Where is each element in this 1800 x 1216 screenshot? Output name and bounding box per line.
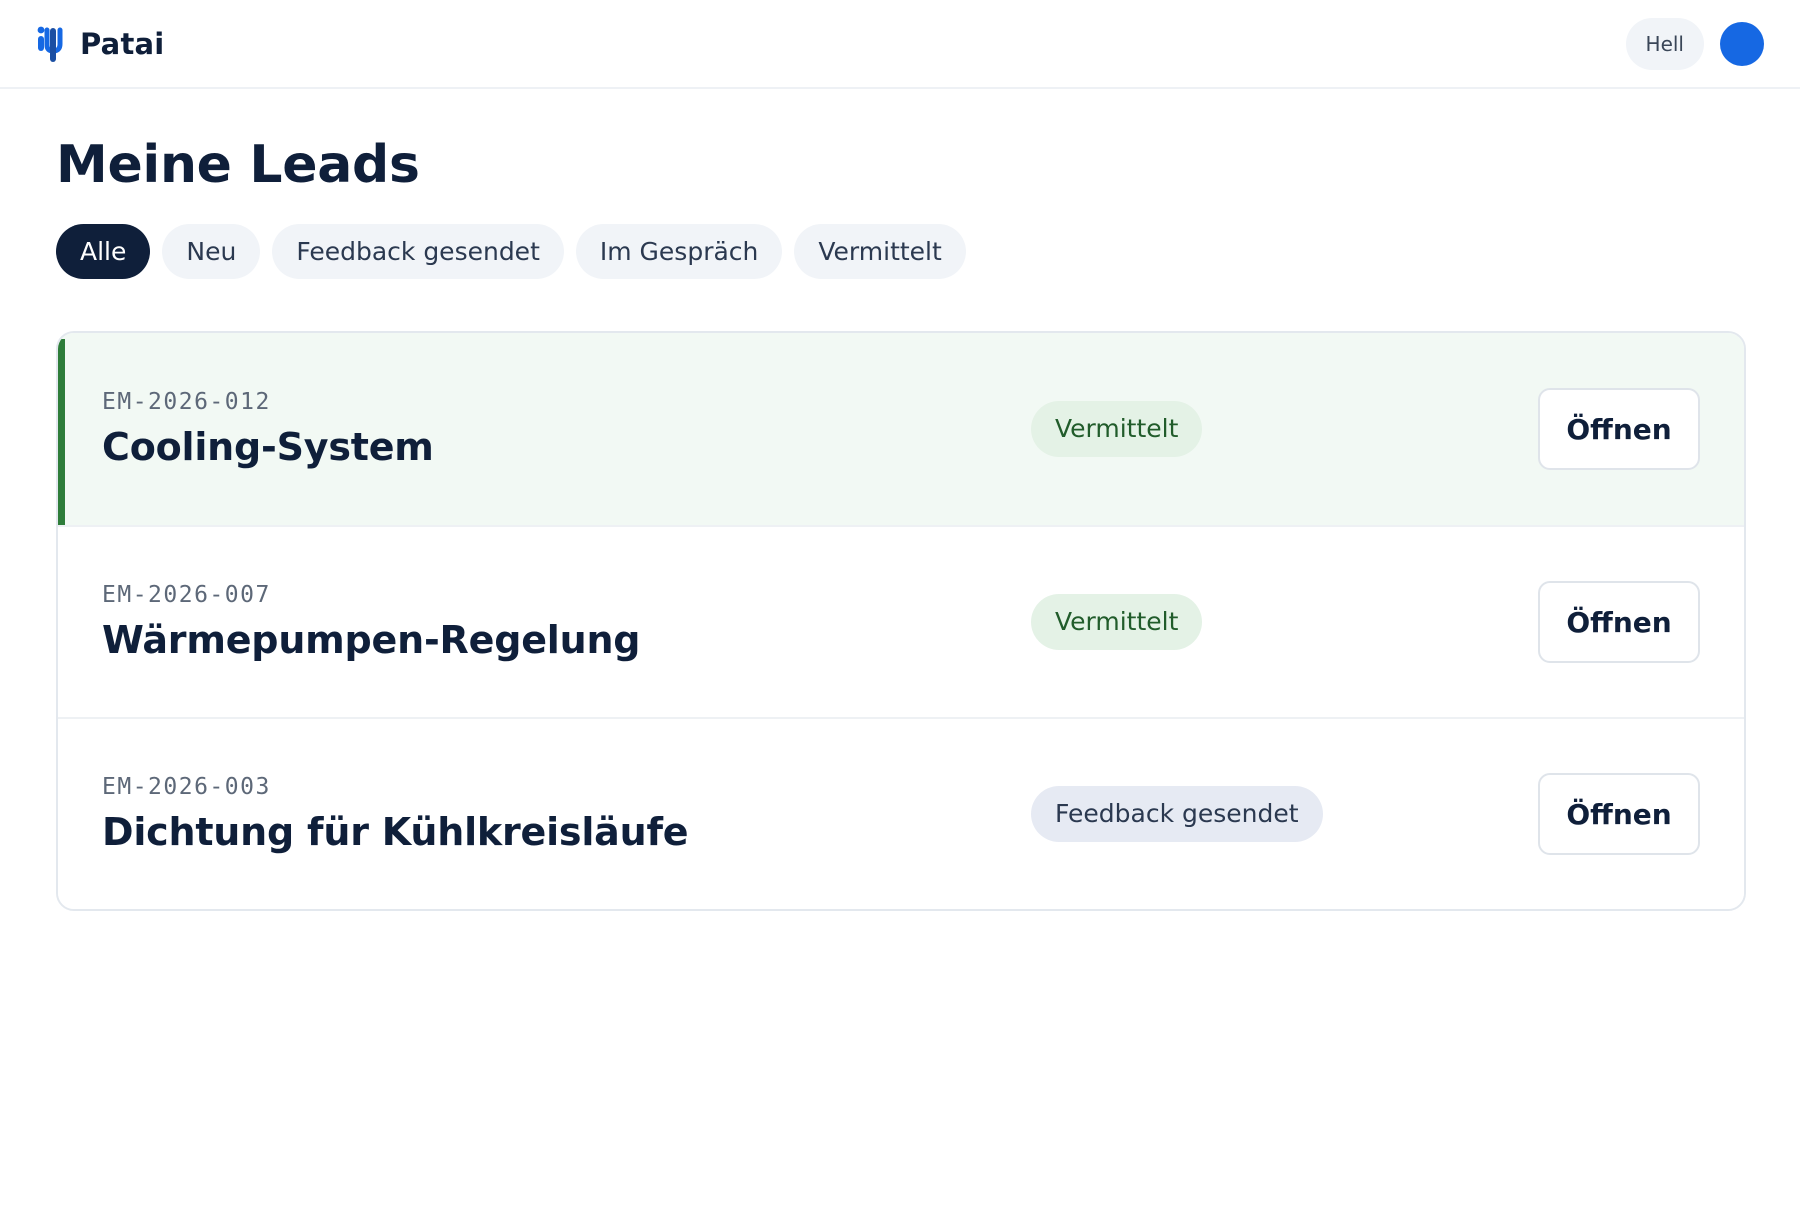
lead-info: EM-2026-007 Wärmepumpen-Regelung <box>102 582 1031 662</box>
status-badge: Vermittelt <box>1031 401 1203 457</box>
brand-name: Patai <box>80 26 165 61</box>
status-filter-bar: Alle Neu Feedback gesendet Im Gespräch V… <box>56 224 1746 279</box>
lead-title: Cooling-System <box>102 425 434 469</box>
patai-logo-icon <box>37 26 63 62</box>
lead-status: Vermittelt <box>1031 401 1538 457</box>
filter-chip-feedback-gesendet[interactable]: Feedback gesendet <box>272 224 564 279</box>
lead-row[interactable]: EM-2026-003 Dichtung für Kühlkreisläufe … <box>58 717 1744 909</box>
page-title: Meine Leads <box>56 135 420 195</box>
lead-status: Feedback gesendet <box>1031 786 1538 842</box>
lead-id: EM-2026-012 <box>102 389 271 415</box>
lead-id: EM-2026-003 <box>102 774 271 800</box>
lead-info: EM-2026-012 Cooling-System <box>102 389 1031 469</box>
filter-chip-alle[interactable]: Alle <box>56 224 151 279</box>
avatar[interactable] <box>1720 21 1764 66</box>
lead-row[interactable]: EM-2026-012 Cooling-System Vermittelt Öf… <box>58 333 1744 525</box>
filter-chip-vermittelt[interactable]: Vermittelt <box>794 224 966 279</box>
header-actions: Hell <box>1625 17 1764 70</box>
lead-status: Vermittelt <box>1031 594 1538 650</box>
selected-accent-bar <box>58 339 65 525</box>
status-badge: Feedback gesendet <box>1031 786 1323 842</box>
lead-title: Wärmepumpen-Regelung <box>102 618 641 662</box>
main-content: Meine Leads Alle Neu Feedback gesendet I… <box>56 89 1746 911</box>
lead-id: EM-2026-007 <box>102 582 271 608</box>
open-lead-button[interactable]: Öffnen <box>1538 773 1700 855</box>
filter-chip-neu[interactable]: Neu <box>162 224 261 279</box>
filter-chip-im-gespraech[interactable]: Im Gespräch <box>575 224 783 279</box>
lead-info: EM-2026-003 Dichtung für Kühlkreisläufe <box>102 774 1031 854</box>
lead-row[interactable]: EM-2026-007 Wärmepumpen-Regelung Vermitt… <box>58 525 1744 717</box>
open-lead-button[interactable]: Öffnen <box>1538 388 1700 470</box>
top-bar: Patai Hell <box>0 0 1800 89</box>
status-badge: Vermittelt <box>1031 594 1203 650</box>
lead-title: Dichtung für Kühlkreisläufe <box>102 810 689 854</box>
brand[interactable]: Patai <box>36 24 164 64</box>
leads-list: EM-2026-012 Cooling-System Vermittelt Öf… <box>56 331 1746 911</box>
theme-toggle-button[interactable]: Hell <box>1625 17 1704 70</box>
open-lead-button[interactable]: Öffnen <box>1538 581 1700 663</box>
